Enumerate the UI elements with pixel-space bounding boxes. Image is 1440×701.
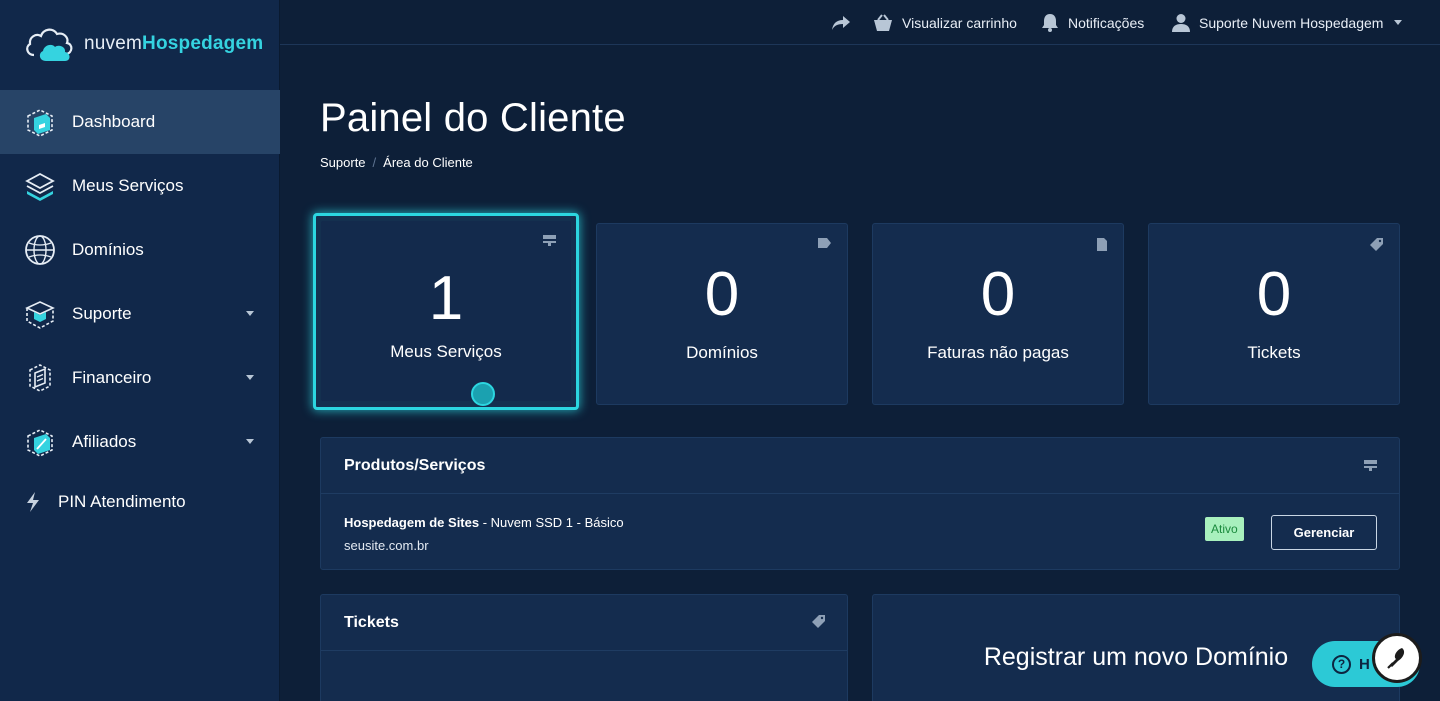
sidebar: nuvemHospedagem Dashboard Meus Serviços …: [0, 0, 280, 701]
topbar: Visualizar carrinho Notificações Suporte…: [280, 0, 1440, 45]
affiliate-cube-icon: [27, 429, 53, 457]
service-name: Hospedagem de Sites - Nuvem SSD 1 - Bási…: [344, 515, 624, 530]
tag-icon: [818, 238, 831, 248]
sidebar-item-label: PIN Atendimento: [58, 492, 186, 511]
chevron-down-icon: [246, 439, 254, 444]
chat-avatar[interactable]: [1372, 633, 1422, 683]
share-button[interactable]: [831, 0, 851, 45]
sidebar-item-suporte[interactable]: Suporte: [0, 282, 280, 346]
stat-label: Faturas não pagas: [927, 343, 1069, 362]
stat-value: 0: [980, 260, 1016, 329]
file-icon: [1097, 238, 1107, 251]
share-arrow-icon: [832, 15, 850, 30]
chevron-down-icon: [1394, 20, 1403, 25]
basket-icon: [874, 13, 892, 31]
view-cart-link[interactable]: Visualizar carrinho: [873, 0, 1017, 45]
stat-label: Domínios: [686, 343, 758, 362]
service-row[interactable]: Hospedagem de Sites - Nuvem SSD 1 - Bási…: [344, 515, 624, 553]
brand-name: nuvemHospedagem: [84, 33, 263, 55]
breadcrumb-item-area-do-cliente: Área do Cliente: [383, 155, 473, 170]
notifications-link[interactable]: Notificações: [1041, 0, 1144, 45]
sidebar-item-label: Dashboard: [72, 112, 156, 131]
brand-name-bold: Hospedagem: [142, 33, 264, 54]
tickets-panel-title: Tickets: [344, 613, 399, 631]
sidebar-item-dominios[interactable]: Domínios: [0, 218, 280, 282]
page-title: Painel do Cliente: [320, 96, 626, 140]
stat-card-meus-servicos[interactable]: 1 Meus Serviços: [313, 213, 579, 410]
user-menu[interactable]: Suporte Nuvem Hospedagem: [1172, 0, 1403, 45]
products-panel: Produtos/Serviços Hospedagem de Sites - …: [320, 437, 1400, 570]
sidebar-item-pin-atendimento[interactable]: PIN Atendimento: [0, 470, 280, 534]
user-name: Suporte Nuvem Hospedagem: [1199, 14, 1384, 31]
manage-service-button[interactable]: Gerenciar: [1271, 515, 1377, 550]
sidebar-item-label: Domínios: [72, 240, 144, 259]
question-icon: ?: [1332, 654, 1351, 674]
notifications-label: Notificações: [1068, 14, 1145, 31]
tickets-panel-header: Tickets: [321, 595, 847, 651]
chevron-down-icon: [246, 375, 254, 380]
stat-value: 0: [704, 260, 740, 329]
feather-logo-icon: [1387, 648, 1405, 669]
sidebar-item-label: Meus Serviços: [72, 176, 184, 195]
breadcrumb: Suporte / Área do Cliente: [320, 155, 473, 170]
sidebar-item-label: Afiliados: [72, 432, 137, 451]
ticket-tag-icon: [812, 615, 825, 628]
user-icon: [1172, 14, 1190, 32]
bolt-icon: [27, 492, 39, 512]
sidebar-item-label: Suporte: [72, 304, 132, 323]
invoice-icon: [29, 364, 51, 392]
view-cart-label: Visualizar carrinho: [902, 14, 1017, 31]
breadcrumb-item-suporte[interactable]: Suporte: [320, 155, 366, 170]
stat-label: Meus Serviços: [390, 342, 502, 361]
products-panel-title: Produtos/Serviços: [344, 456, 486, 474]
stat-card-tickets[interactable]: 0 Tickets: [1148, 223, 1400, 405]
help-label: H: [1359, 655, 1370, 673]
status-badge: Ativo: [1205, 517, 1244, 541]
server-icon: [543, 235, 556, 246]
stat-card-dominios[interactable]: 0 Domínios: [596, 223, 848, 405]
tickets-panel: Tickets: [320, 594, 848, 701]
server-icon: [1364, 460, 1377, 471]
click-indicator: [471, 382, 495, 406]
service-product: Hospedagem de Sites: [344, 515, 480, 530]
support-box-icon: [25, 301, 55, 329]
products-panel-header: Produtos/Serviços: [321, 438, 1399, 494]
stat-card-faturas[interactable]: 0 Faturas não pagas: [872, 223, 1124, 405]
cloud-logo-icon: [26, 28, 73, 61]
sidebar-item-financeiro[interactable]: Financeiro: [0, 346, 280, 410]
service-plan: - Nuvem SSD 1 - Básico: [479, 515, 624, 530]
chevron-down-icon: [246, 311, 254, 316]
breadcrumb-separator: /: [372, 155, 377, 170]
stat-label: Tickets: [1247, 343, 1301, 362]
ticket-tag-icon: [1370, 238, 1383, 251]
sidebar-item-dashboard[interactable]: Dashboard: [0, 90, 280, 154]
bell-icon: [1042, 14, 1058, 32]
globe-icon: [25, 235, 55, 265]
sidebar-item-label: Financeiro: [72, 368, 152, 387]
sidebar-item-meus-servicos[interactable]: Meus Serviços: [0, 154, 280, 218]
layers-icon: [25, 172, 55, 201]
service-domain: seusite.com.br: [344, 538, 429, 553]
brand-logo[interactable]: nuvemHospedagem: [24, 24, 263, 64]
dashboard-cube-icon: [27, 109, 53, 137]
stat-value: 0: [1256, 260, 1292, 329]
sidebar-item-afiliados[interactable]: Afiliados: [0, 410, 280, 474]
stat-value: 1: [428, 264, 464, 333]
brand-name-light: nuvem: [84, 33, 143, 54]
